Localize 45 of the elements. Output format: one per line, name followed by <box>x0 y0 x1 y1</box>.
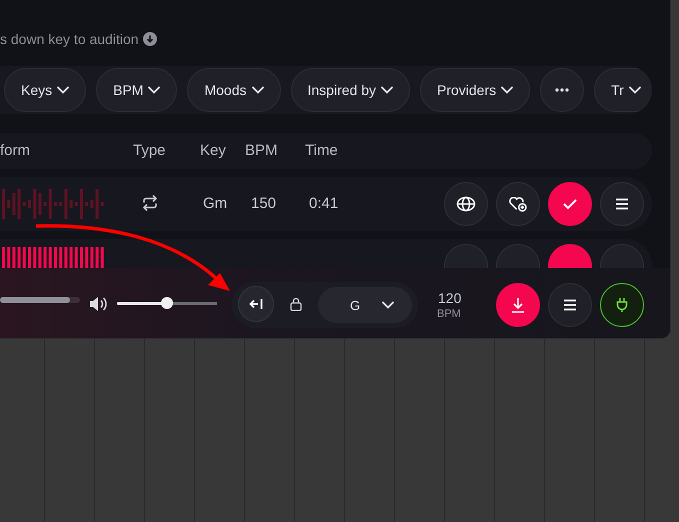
download-icon <box>142 32 157 46</box>
filter-dropdown[interactable]: Keys <box>4 68 86 112</box>
chevron-icon <box>501 86 514 94</box>
filter-dropdown[interactable]: Inspired by <box>290 68 410 112</box>
more-icon <box>555 88 570 92</box>
globe-icon <box>456 196 476 212</box>
column-header: BPM <box>245 142 278 159</box>
filter-dropdown[interactable]: Providers <box>420 68 530 112</box>
chevron-icon <box>252 86 264 94</box>
chevron-icon <box>57 86 70 94</box>
downloaded-button[interactable] <box>548 182 592 226</box>
bpm-cell: 150 <box>251 195 276 212</box>
menu-icon <box>615 198 629 210</box>
chevron-icon <box>382 301 394 309</box>
hint-text: s down key to audition <box>0 31 139 47</box>
loop-icon <box>143 195 157 211</box>
column-header: Type <box>133 142 166 159</box>
chevron-icon <box>380 86 393 94</box>
bpm-label: BPM <box>437 308 461 320</box>
plug-icon <box>616 297 628 313</box>
menu-icon <box>563 299 577 311</box>
time-cell: 0:41 <box>309 195 338 212</box>
filter-dropdown[interactable]: Moods <box>187 68 280 112</box>
key-cell: Gm <box>203 195 228 212</box>
check-icon <box>562 198 578 210</box>
chevron-icon <box>628 86 641 94</box>
skip-back-icon <box>249 298 263 310</box>
menu-button[interactable] <box>600 182 644 226</box>
volume-thumb[interactable] <box>161 297 173 309</box>
key-select[interactable]: G <box>318 287 412 323</box>
filter-dropdown[interactable]: BPM <box>96 68 178 112</box>
similar-button[interactable] <box>444 182 488 226</box>
bpm-value: 120 <box>438 290 462 306</box>
column-header: form <box>0 142 30 159</box>
favorite-button[interactable] <box>496 182 540 226</box>
back-to-start-button[interactable] <box>238 286 274 322</box>
heart-plus-icon <box>509 196 527 212</box>
download-icon <box>511 297 525 313</box>
lock-icon[interactable] <box>290 297 302 311</box>
volume-icon <box>89 296 107 312</box>
column-header: Time <box>305 142 338 159</box>
chevron-icon <box>148 86 160 94</box>
track-row[interactable]: Gm 150 0:41 <box>0 177 652 231</box>
column-header: Key <box>200 142 226 159</box>
filter-dropdown[interactable]: Tr <box>594 68 652 112</box>
